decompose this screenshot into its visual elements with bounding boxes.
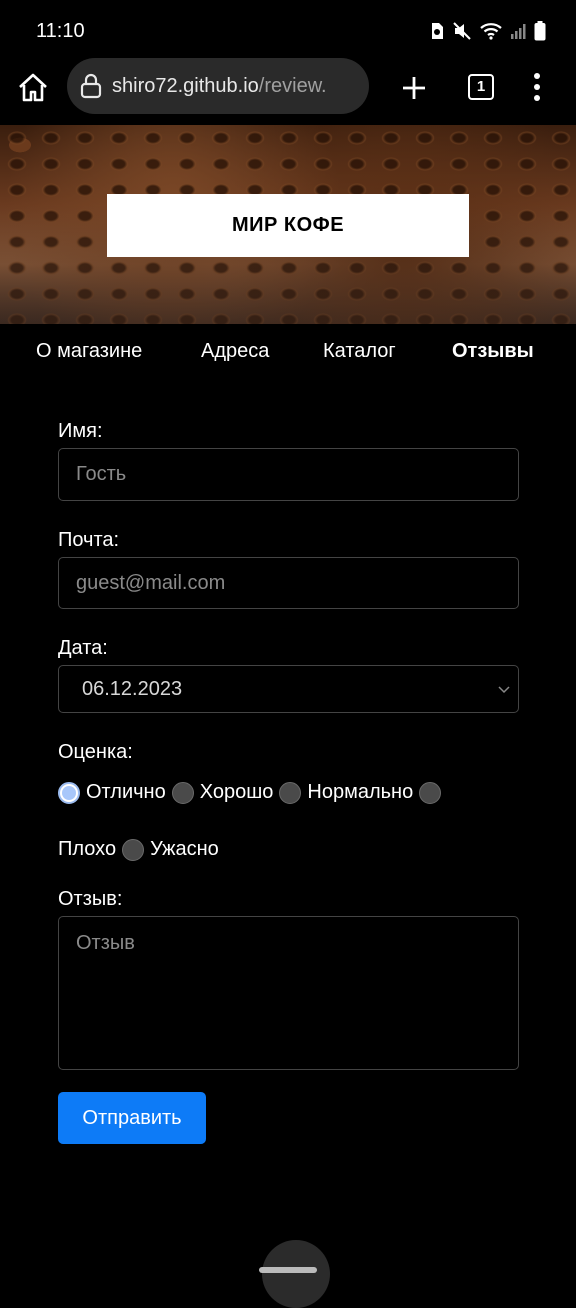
lock-icon[interactable] xyxy=(79,73,103,99)
rating-option-terrible[interactable]: Ужасно xyxy=(150,838,219,861)
rating-label: Оценка: xyxy=(58,741,133,763)
status-bar: 11:10 xyxy=(0,0,576,62)
review-placeholder: Отзыв xyxy=(76,932,135,954)
email-label: Почта: xyxy=(58,529,120,551)
rating-row-2: Плохо Ужасно xyxy=(58,838,219,861)
rating-radio-good[interactable] xyxy=(171,781,194,804)
date-label: Дата: xyxy=(58,637,108,659)
rating-option-excellent[interactable]: Отлично xyxy=(86,781,166,804)
rating-option-normal[interactable]: Нормально xyxy=(307,781,413,804)
more-menu-icon[interactable] xyxy=(527,72,547,102)
rating-option-good[interactable]: Хорошо xyxy=(200,781,274,804)
nav-item-catalog[interactable]: Каталог xyxy=(323,340,396,363)
nav-item-addresses[interactable]: Адреса xyxy=(201,340,269,363)
github-icon[interactable] xyxy=(262,1240,330,1308)
name-label: Имя: xyxy=(58,420,103,442)
browser-toolbar: shiro72.github.io/review. 1 xyxy=(0,58,576,118)
rating-radio-terrible[interactable] xyxy=(122,838,145,861)
rating-option-bad[interactable]: Плохо xyxy=(58,838,116,861)
submit-button[interactable]: Отправить xyxy=(58,1092,206,1144)
battery-icon xyxy=(534,21,546,41)
url-text[interactable]: shiro72.github.io/review. xyxy=(112,75,327,98)
home-icon[interactable] xyxy=(16,71,50,105)
email-placeholder: guest@mail.com xyxy=(76,571,226,594)
status-icons xyxy=(430,21,546,41)
home-indicator[interactable] xyxy=(259,1267,317,1273)
address-bar[interactable]: shiro72.github.io/review. xyxy=(67,58,369,114)
rating-row-1: Отлично Хорошо Нормально xyxy=(58,781,442,804)
sim-icon xyxy=(432,23,443,39)
review-label: Отзыв: xyxy=(58,888,123,910)
url-domain: shiro72.github.io xyxy=(112,74,259,97)
hero-title-box: МИР КОФЕ xyxy=(107,194,469,257)
main-nav: О магазине Адреса Каталог Отзывы xyxy=(0,324,576,380)
new-tab-icon[interactable] xyxy=(400,74,428,102)
date-value: 06.12.2023 xyxy=(82,677,183,700)
status-time: 11:10 xyxy=(36,19,85,42)
site-title: МИР КОФЕ xyxy=(231,214,345,236)
wifi-icon xyxy=(480,23,502,40)
rating-radio-normal[interactable] xyxy=(279,781,302,804)
nav-item-reviews[interactable]: Отзывы xyxy=(452,340,534,363)
mute-icon xyxy=(453,22,471,40)
name-placeholder: Гость xyxy=(76,463,127,485)
review-textarea[interactable]: Отзыв xyxy=(58,916,519,1070)
date-select[interactable]: 06.12.2023 xyxy=(58,665,519,713)
rating-radio-excellent[interactable] xyxy=(58,781,80,804)
url-path: /review. xyxy=(258,74,327,97)
nav-item-about[interactable]: О магазине xyxy=(36,340,142,363)
rating-radio-bad[interactable] xyxy=(419,781,442,804)
hero-banner: МИР КОФЕ xyxy=(0,125,576,324)
name-input[interactable]: Гость xyxy=(58,448,519,501)
email-input[interactable]: guest@mail.com xyxy=(58,557,519,609)
tab-switcher-button[interactable]: 1 xyxy=(468,74,494,100)
signal-icon xyxy=(511,24,526,39)
chevron-down-icon xyxy=(498,686,510,694)
